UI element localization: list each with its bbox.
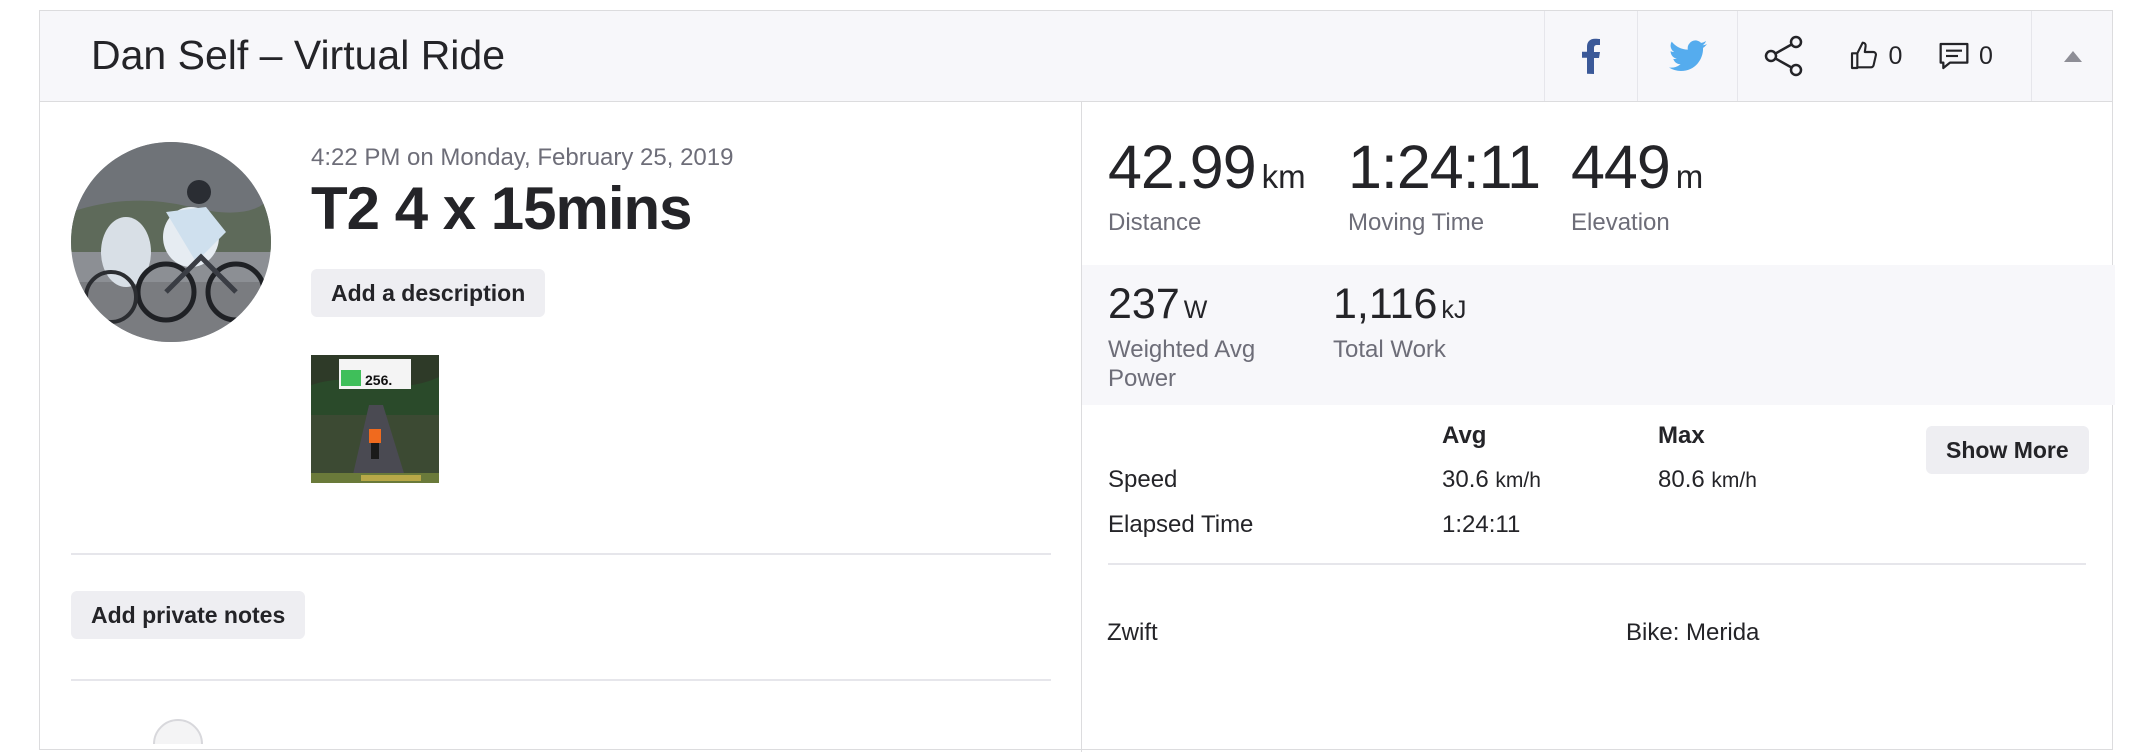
stat-weighted-power-value: 237 — [1108, 280, 1180, 328]
device-app: Zwift — [1107, 619, 1158, 646]
cyclist-photo — [71, 142, 271, 342]
stat-weighted-power: 237 W Weighted Avg Power — [1108, 279, 1298, 393]
activity-date: 4:22 PM on Monday, February 25, 2019 — [311, 144, 734, 171]
share-icon — [1764, 35, 1803, 77]
details-speed-max-unit: km/h — [1711, 469, 1757, 492]
partial-avatar-icon — [153, 719, 203, 744]
athlete-avatar[interactable] — [71, 142, 271, 342]
twitter-icon — [1668, 40, 1707, 72]
bike-name[interactable]: Bike: Merida — [1626, 619, 1759, 647]
add-private-notes-button[interactable]: Add private notes — [71, 591, 306, 639]
add-description-button[interactable]: Add a description — [311, 269, 546, 317]
activity-summary: 4:22 PM on Monday, February 25, 2019 T2 … — [40, 102, 1081, 752]
stat-total-work-label: Total Work — [1333, 336, 1446, 363]
details-divider — [1108, 563, 2086, 565]
secondary-stats-panel: 237 W Weighted Avg Power 1,116 kJ Total Wo… — [1082, 265, 2115, 405]
section-divider — [71, 679, 1051, 681]
details-col-max: Max — [1658, 422, 1705, 449]
details-col-avg: Avg — [1442, 422, 1487, 449]
details-speed-avg-value: 30.6 — [1442, 466, 1489, 493]
kudos-button[interactable]: 0 — [1830, 11, 1920, 101]
activity-header-title: Dan Self – Virtual Ride — [91, 32, 506, 78]
details-speed-avg-unit: km/h — [1495, 469, 1541, 492]
activity-header: Dan Self – Virtual Ride 0 0 — [40, 11, 2112, 102]
stat-elevation-value: 449 — [1571, 133, 1671, 201]
stat-distance-value: 42.99 — [1108, 133, 1257, 201]
twitter-share-button[interactable] — [1637, 11, 1737, 101]
stat-distance-unit: km — [1261, 158, 1306, 195]
stat-moving-time: 1:24:11 Moving Time — [1348, 132, 1546, 237]
comment-icon — [1939, 42, 1969, 70]
details-speed-avg: 30.6 km/h — [1442, 466, 1541, 494]
thumbs-up-icon — [1850, 41, 1877, 70]
facebook-icon — [1582, 38, 1600, 74]
comments-count: 0 — [1979, 41, 1993, 70]
stat-total-work-unit: kJ — [1441, 296, 1467, 324]
activity-photo-thumbnail[interactable]: 256. — [311, 355, 439, 483]
activity-card: Dan Self – Virtual Ride 0 0 4:22 PM on M… — [39, 10, 2115, 752]
comments-button[interactable]: 0 — [1920, 11, 2011, 101]
zwift-screenshot: 256. — [311, 355, 439, 483]
section-divider — [71, 553, 1051, 555]
details-elapsed-time-avg: 1:24:11 — [1442, 511, 1521, 538]
thumbnail-power: 256. — [365, 372, 392, 388]
details-speed-max-value: 80.6 — [1658, 466, 1705, 493]
stat-total-work: 1,116 kJ Total Work — [1333, 279, 1466, 364]
details-row-label: Speed — [1108, 466, 1178, 493]
stat-weighted-power-unit: W — [1183, 296, 1208, 324]
stat-moving-time-value: 1:24:11 — [1348, 133, 1541, 201]
show-more-button[interactable]: Show More — [1926, 426, 2089, 474]
stat-elevation-label: Elevation — [1571, 209, 1670, 236]
activity-stats: 42.99 km Distance 1:24:11 Moving Time 449… — [1081, 102, 2115, 752]
stat-weighted-power-label: Weighted Avg Power — [1108, 336, 1256, 392]
stat-distance: 42.99 km Distance — [1108, 132, 1306, 237]
share-button[interactable] — [1737, 11, 1830, 101]
facebook-share-button[interactable] — [1544, 11, 1637, 101]
details-row-label: Elapsed Time — [1108, 511, 1254, 538]
stat-total-work-value: 1,116 — [1333, 280, 1438, 328]
stat-elevation: 449 m Elevation — [1571, 132, 1703, 237]
kudos-count: 0 — [1888, 41, 1903, 70]
stat-elevation-unit: m — [1675, 158, 1704, 195]
activity-name[interactable]: T2 4 x 15mins — [311, 174, 693, 243]
collapse-button[interactable] — [2031, 11, 2114, 101]
details-speed-max: 80.6 km/h — [1658, 466, 1757, 494]
stat-moving-time-label: Moving Time — [1348, 209, 1485, 236]
caret-up-icon — [2064, 51, 2082, 62]
stat-distance-label: Distance — [1108, 209, 1202, 236]
